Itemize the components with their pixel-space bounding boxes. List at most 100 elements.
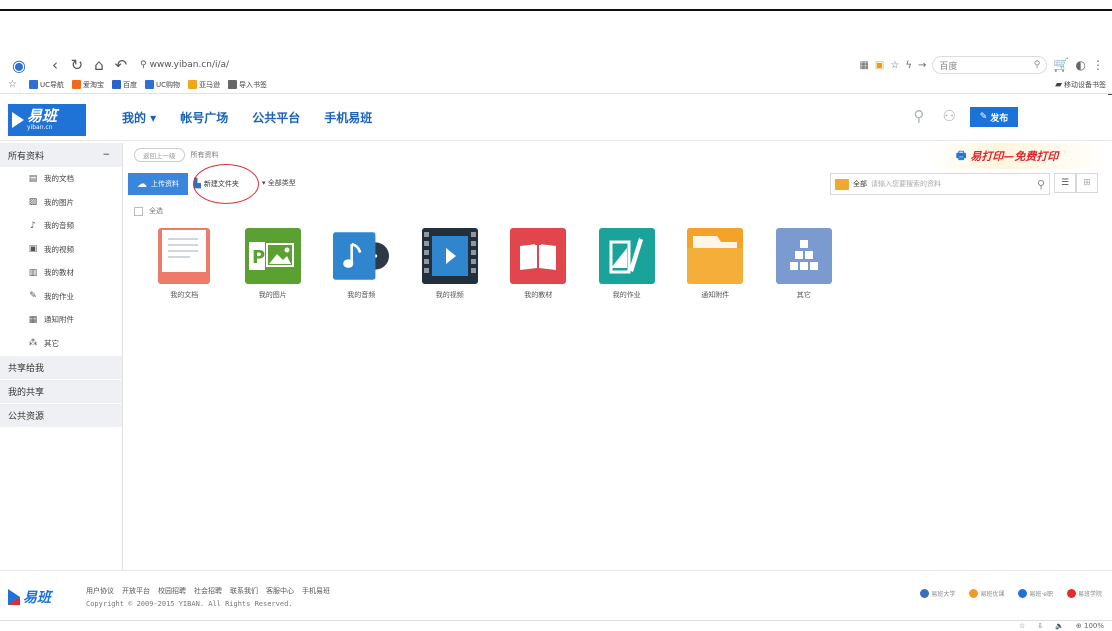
sidebar-item-label: 通知附件 [44,315,74,325]
print-promo-banner[interactable]: 🖶 易打印—免费打印 [930,143,1110,169]
footer-link[interactable]: 社会招聘 [194,586,222,596]
collapse-icon[interactable]: − [102,150,110,160]
footer-link[interactable]: 联系我们 [230,586,258,596]
search-icon[interactable]: ⚲ [1037,178,1045,191]
partner-label: 易班优课 [980,591,1005,598]
zoom-level[interactable]: ⊕ 100% [1076,622,1104,630]
partner-link[interactable]: 易班学院 [1066,589,1102,598]
sidebar-item-attachments[interactable]: ▦ 通知附件 [0,308,122,332]
sidebar-item-images[interactable]: ▨ 我的图片 [0,191,122,215]
sidebar-item-video[interactable]: ▣ 我的视频 [0,238,122,262]
logo-text: 易班 [27,107,58,125]
publish-label: 发布 [990,113,1009,124]
sidebar-item-homework[interactable]: ✎ 我的作业 [0,285,122,309]
sidebar-section-my-shares[interactable]: 我的共享 [0,379,122,403]
folder-tile-documents[interactable]: 我的文档 [140,228,229,300]
bookmark-status-icon[interactable]: ☆ [1019,622,1025,630]
folder-tile-other[interactable]: 其它 [760,228,849,300]
nav-public-platform[interactable]: 公共平台 [252,109,300,126]
folder-tile-homework[interactable]: 我的作业 [583,228,672,300]
folder-tile-attachments[interactable]: 通知附件 [671,228,760,300]
pencil-ruler-icon [598,228,655,284]
bookmark-item[interactable]: UC购物 [144,80,180,90]
partner-link[interactable]: 易班优课 [969,589,1004,598]
browser-chrome: ◉ ‹ ↻ ⌂ ↶ ⚲ www.yiban.cn/i/a/ ▦ ▣ ☆ ϟ → … [0,54,1112,94]
edit-icon: ✎ [979,112,988,122]
bookmark-item[interactable]: 百度 [111,80,137,90]
sidebar-section-public-resources[interactable]: 公共资源 [0,403,122,427]
sidebar-item-other[interactable]: ⁂ 其它 [0,332,122,356]
lightning-icon[interactable]: ϟ [905,60,912,71]
type-filter-dropdown[interactable]: ▾ 全部类型 [262,178,296,188]
image-icon: P [244,228,301,284]
bookmark-star-icon[interactable]: ☆ [8,79,17,90]
bookmark-item[interactable]: 导入书签 [228,80,267,90]
footer-link[interactable]: 手机易班 [302,586,330,596]
shield-icon[interactable]: ▣ [875,60,884,71]
mobile-bookmarks[interactable]: ▰ 移动设备书签 [1055,80,1106,90]
footer-link[interactable]: 校园招聘 [158,586,186,596]
forward-button[interactable]: → [918,60,926,71]
star-icon[interactable]: ☆ [890,60,899,71]
footer-logo[interactable]: 易班 [8,585,70,609]
search-scope[interactable]: 全部 [853,179,867,189]
cloud-upload-icon: ☁ [137,178,147,190]
cart-icon[interactable]: 🛒 [1053,58,1069,73]
undo-button[interactable]: ↶ [110,56,132,74]
yiban-logo[interactable]: 易班 yiban.cn [8,104,86,136]
volume-icon[interactable]: 🔈 [1055,622,1064,630]
search-icon[interactable]: ⚲ [914,107,925,125]
footer: 易班 用户协议 开放平台 校园招聘 社会招聘 联系我们 客服中心 手机易班 Co… [0,570,1112,622]
back-up-button[interactable]: 返回上一级 [134,148,185,162]
upload-button[interactable]: ☁ 上传资料 [128,173,188,195]
music-note-icon [333,228,390,284]
browser-logo-icon[interactable]: ◉ [12,56,26,75]
back-button[interactable]: ‹ [44,56,66,74]
partner-logo-icon [969,589,979,598]
partner-logo-icon [920,589,930,598]
footer-link[interactable]: 用户协议 [86,586,114,596]
grid-view-icon[interactable]: ⊞ [1076,173,1098,193]
user-icon[interactable]: ⚇ [943,107,956,125]
refresh-button[interactable]: ↻ [66,56,88,74]
folder-tile-textbooks[interactable]: 我的教材 [494,228,583,300]
pencil-icon: ✎ [29,291,37,302]
list-view-icon[interactable]: ☰ [1054,173,1076,193]
sidebar-item-label: 我的教材 [44,268,74,278]
footer-link[interactable]: 客服中心 [266,586,294,596]
sidebar-item-textbooks[interactable]: ▥ 我的教材 [0,261,122,285]
sidebar-item-documents[interactable]: ▤ 我的文档 [0,167,122,191]
select-all-checkbox[interactable] [134,206,143,216]
sidebar-item-audio[interactable]: ♪ 我的音频 [0,214,122,238]
sidebar-header[interactable]: 所有资料 − [0,143,122,167]
publish-button[interactable]: ✎ 发布 [970,107,1018,127]
partner-link[interactable]: 易班大学 [920,589,955,598]
folder-tile-audio[interactable]: 我的音频 [317,228,406,300]
address-bar[interactable]: ⚲ www.yiban.cn/i/a/ [140,60,229,70]
folder-tile-images[interactable]: P 我的图片 [229,228,318,300]
search-engine-box[interactable]: 百度 ⚲ [932,56,1048,74]
footer-link[interactable]: 开放平台 [122,586,150,596]
bookmark-item[interactable]: UC导航 [28,80,64,90]
nav-account-square[interactable]: 帐号广场 [180,109,228,126]
nav-mobile-yiban[interactable]: 手机易班 [324,109,372,126]
search-icon[interactable]: ⚲ [1034,60,1041,70]
qr-icon[interactable]: ▦ [859,60,868,71]
download-icon[interactable]: ⇩ [1037,622,1043,630]
chevron-down-icon: ▾ [262,179,266,187]
partner-link[interactable]: 易班·e职 [1018,589,1053,598]
search-input[interactable]: 请输入您要搜索的资料 [871,179,1033,189]
menu-icon[interactable]: ⋮ [1092,58,1104,72]
bookmark-item[interactable]: 爱淘宝 [71,80,104,90]
user-icon[interactable]: ◐ [1076,58,1086,72]
sidebar-section-shared-with-me[interactable]: 共享给我 [0,355,122,379]
select-all[interactable]: 全选 [134,206,163,216]
nav-my[interactable]: 我的 ▾ [122,109,156,126]
bookmark-item[interactable]: 亚马逊 [188,80,220,90]
bookmark-icon [228,80,237,89]
tile-label: 我的音频 [347,291,376,299]
svg-text:P: P [252,247,265,268]
home-button[interactable]: ⌂ [88,56,110,74]
logo-mark-icon [8,589,20,605]
folder-tile-video[interactable]: 我的视频 [406,228,495,300]
